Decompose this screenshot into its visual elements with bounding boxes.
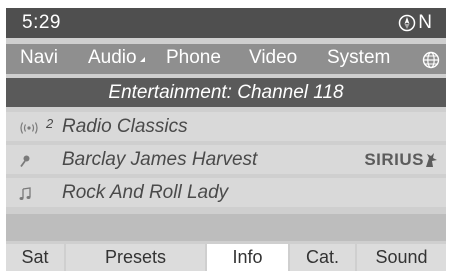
signal-icon bbox=[18, 119, 40, 141]
audio-display: 5:29 N Navi Audio Phone Video System Ent… bbox=[6, 8, 446, 271]
sirius-dog-icon bbox=[426, 153, 437, 167]
info-row-track: Rock And Roll Lady bbox=[6, 178, 446, 207]
soft-button-info[interactable]: Info bbox=[207, 244, 288, 271]
clock: 5:29 bbox=[22, 12, 61, 33]
track-title: Rock And Roll Lady bbox=[62, 182, 229, 203]
info-row-artist: Barclay James Harvest SIRIUS bbox=[6, 145, 446, 174]
soft-button-presets[interactable]: Presets bbox=[66, 244, 205, 271]
menu-item-system[interactable]: System bbox=[327, 47, 390, 69]
empty-band bbox=[6, 214, 446, 241]
soft-button-bar: Sat Presets Info Cat. Sound bbox=[6, 244, 446, 271]
soft-button-sat[interactable]: Sat bbox=[6, 244, 64, 271]
menu-item-label: Video bbox=[249, 47, 298, 68]
menu-item-audio[interactable]: Audio bbox=[88, 47, 145, 69]
globe-icon[interactable] bbox=[422, 51, 440, 75]
menu-item-label: Navi bbox=[20, 47, 59, 68]
soft-button-sound[interactable]: Sound bbox=[357, 244, 446, 271]
channel-name: Radio Classics bbox=[62, 116, 188, 137]
menu-item-navi[interactable]: Navi bbox=[20, 47, 58, 69]
compass-indicator: N bbox=[398, 12, 432, 34]
menu-item-label: Audio bbox=[88, 47, 137, 68]
preset-number: 2 bbox=[46, 116, 54, 131]
menu-item-video[interactable]: Video bbox=[249, 47, 297, 69]
selected-marker-icon bbox=[139, 57, 145, 62]
screen: 5:29 N Navi Audio Phone Video System Ent… bbox=[0, 0, 452, 274]
menu-item-phone[interactable]: Phone bbox=[166, 47, 221, 69]
channel-heading: Entertainment: Channel 118 bbox=[6, 78, 446, 107]
sirius-logo: SIRIUS bbox=[364, 150, 438, 170]
sirius-logo-text: SIRIUS bbox=[364, 150, 424, 169]
status-bar: 5:29 N bbox=[6, 8, 446, 38]
artist-name: Barclay James Harvest bbox=[62, 149, 258, 170]
menu-item-label: System bbox=[327, 47, 391, 68]
info-row-channel-name: 2 Radio Classics bbox=[6, 112, 446, 141]
soft-button-category[interactable]: Cat. bbox=[290, 244, 355, 271]
compass-icon bbox=[398, 14, 416, 32]
menu-item-label: Phone bbox=[166, 47, 221, 68]
music-note-icon bbox=[18, 185, 32, 207]
compass-direction: N bbox=[418, 12, 432, 33]
microphone-icon bbox=[18, 152, 32, 174]
main-menu: Navi Audio Phone Video System bbox=[6, 44, 446, 74]
